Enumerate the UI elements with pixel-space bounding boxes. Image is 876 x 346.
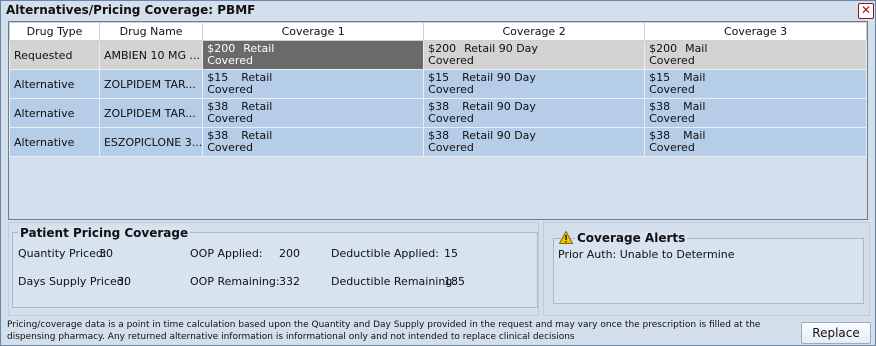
coverage-status: Covered: [207, 83, 253, 96]
coverage-cell[interactable]: $15 Retail 90 Day Covered: [423, 69, 646, 99]
coverage-status: Covered: [649, 112, 695, 125]
coverage-cell[interactable]: $38 Mail Covered: [644, 98, 867, 128]
disclaimer-line-1: Pricing/coverage data is a point in time…: [7, 320, 761, 330]
disclaimer-text: Pricing/coverage data is a point in time…: [7, 319, 777, 343]
deductible-remaining-label: Deductible Remaining:: [331, 275, 457, 288]
close-button[interactable]: ✕: [858, 3, 874, 19]
header-coverage-2[interactable]: Coverage 2: [423, 22, 646, 41]
oop-remaining-label: OOP Remaining:: [190, 275, 280, 288]
coverage-status: Covered: [428, 112, 474, 125]
coverage-cell[interactable]: $38 Retail Covered: [202, 98, 425, 128]
quantity-priced-label: Quantity Priced:: [18, 247, 107, 260]
coverage-channel: Retail 90 Day: [464, 42, 538, 55]
table-row[interactable]: Requested AMBIEN 10 MG ... $200 Retail Cov…: [9, 40, 867, 70]
coverage-cell[interactable]: $15 Mail Covered: [644, 69, 867, 99]
coverage-status: Covered: [428, 83, 474, 96]
drug-type-cell[interactable]: Alternative: [9, 69, 100, 99]
coverage-status: Covered: [649, 54, 695, 67]
days-supply-value: 30: [117, 275, 131, 288]
deductible-applied-label: Deductible Applied:: [331, 247, 439, 260]
alternatives-grid: Drug Type Drug Name Coverage 1 Coverage …: [8, 21, 868, 220]
coverage-status: Covered: [649, 141, 695, 154]
coverage-table: Drug Type Drug Name Coverage 1 Coverage …: [9, 22, 867, 157]
alert-message: Prior Auth: Unable to Determine: [558, 248, 735, 261]
coverage-status: Covered: [428, 141, 474, 154]
table-row[interactable]: Alternative ZOLPIDEM TAR... $38 Retail Cov…: [9, 98, 867, 128]
disclaimer-line-2: dispensing pharmacy. Any returned altern…: [7, 332, 575, 342]
drug-name-cell[interactable]: ZOLPIDEM TAR...: [98, 69, 204, 99]
header-drug-type[interactable]: Drug Type: [9, 22, 100, 41]
header-coverage-1[interactable]: Coverage 1: [202, 22, 425, 41]
close-icon: ✕: [860, 3, 872, 17]
oop-applied-label: OOP Applied:: [190, 247, 263, 260]
coverage-status: Covered: [207, 141, 253, 154]
coverage-status: Covered: [207, 112, 253, 125]
coverage-cell[interactable]: $15 Retail Covered: [202, 69, 425, 99]
drug-name-cell[interactable]: AMBIEN 10 MG ...: [98, 40, 204, 70]
window-title: Alternatives/Pricing Coverage: PBMF: [6, 3, 256, 17]
deductible-remaining-value: 185: [444, 275, 465, 288]
coverage-cell[interactable]: $200 Retail 90 Day Covered: [423, 40, 646, 70]
oop-applied-value: 200: [279, 247, 300, 260]
pricing-coverage-title: Patient Pricing Coverage: [18, 226, 191, 240]
coverage-cell[interactable]: $38 Retail Covered: [202, 127, 425, 157]
quantity-priced-value: 30: [99, 247, 113, 260]
coverage-cell[interactable]: $38 Mail Covered: [644, 127, 867, 157]
days-supply-label: Days Supply Priced:: [18, 275, 128, 288]
pricing-coverage-window: Alternatives/Pricing Coverage: PBMF ✕ Dr…: [0, 0, 876, 346]
header-drug-name[interactable]: Drug Name: [98, 22, 204, 41]
warning-icon: [559, 231, 573, 244]
coverage-status: Covered: [649, 83, 695, 96]
deductible-applied-value: 15: [444, 247, 458, 260]
drug-type-cell[interactable]: Alternative: [9, 98, 100, 128]
coverage-alerts-title: Coverage Alerts: [575, 231, 688, 245]
coverage-status: Covered: [207, 54, 253, 67]
coverage-cell[interactable]: $38 Retail 90 Day Covered: [423, 127, 646, 157]
title-bar: Alternatives/Pricing Coverage: PBMF ✕: [1, 1, 875, 19]
drug-type-cell[interactable]: Alternative: [9, 127, 100, 157]
table-row[interactable]: Alternative ZOLPIDEM TAR... $15 Retail Cov…: [9, 69, 867, 99]
pricing-coverage-group: [12, 232, 538, 308]
coverage-cell-selected[interactable]: $200 Retail Covered: [202, 40, 425, 70]
coverage-cell[interactable]: $38 Retail 90 Day Covered: [423, 98, 646, 128]
replace-button[interactable]: Replace: [801, 322, 871, 344]
coverage-status: Covered: [428, 54, 474, 67]
drug-name-cell[interactable]: ESZOPICLONE 3...: [98, 127, 204, 157]
drug-name-cell[interactable]: ZOLPIDEM TAR...: [98, 98, 204, 128]
coverage-cell[interactable]: $200 Mail Covered: [644, 40, 867, 70]
table-row[interactable]: Alternative ESZOPICLONE 3... $38 Retail Co…: [9, 127, 867, 157]
oop-remaining-value: 332: [279, 275, 300, 288]
table-header-row: Drug Type Drug Name Coverage 1 Coverage …: [9, 22, 867, 41]
header-coverage-3[interactable]: Coverage 3: [644, 22, 867, 41]
drug-type-cell[interactable]: Requested: [9, 40, 100, 70]
